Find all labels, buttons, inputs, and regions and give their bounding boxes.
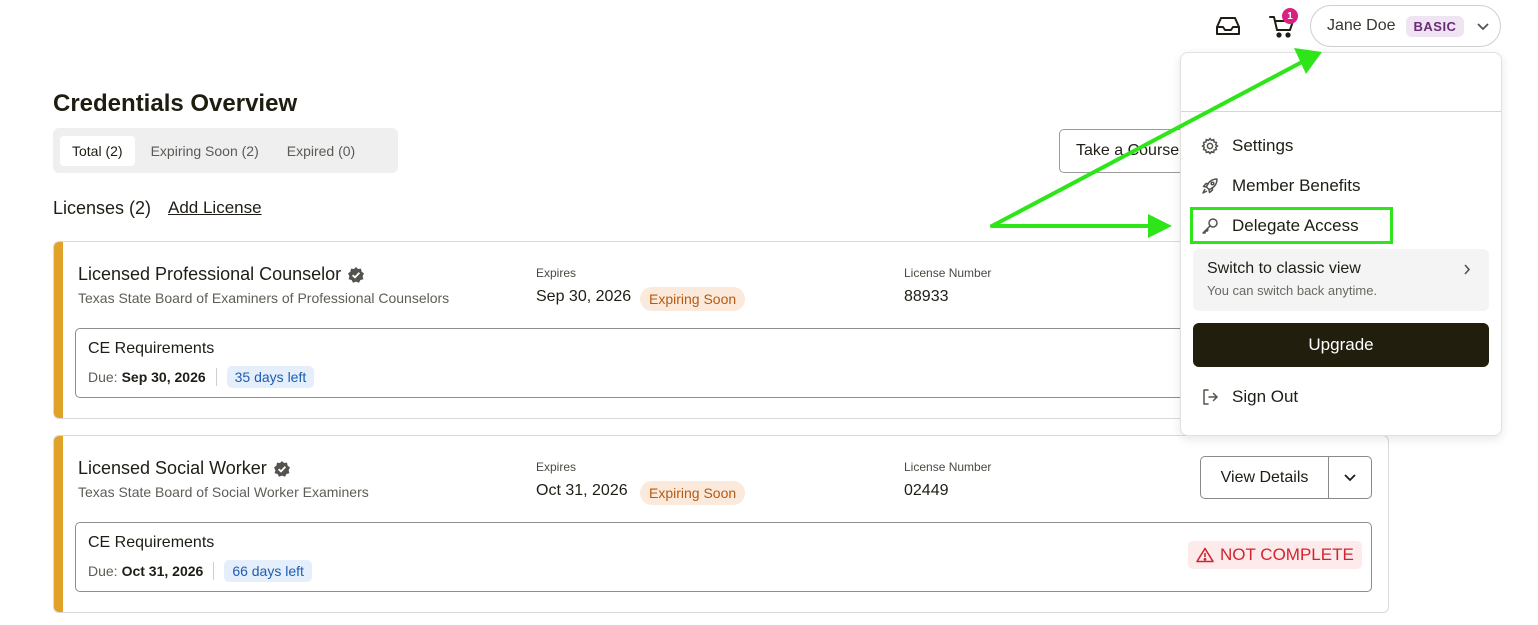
expiring-soon-badge: Expiring Soon	[640, 481, 746, 505]
classic-view-subtitle: You can switch back anytime.	[1207, 283, 1378, 298]
due-label: Due:	[88, 369, 118, 385]
view-details-button[interactable]: View Details	[1201, 457, 1329, 498]
divider	[215, 368, 217, 386]
verified-icon	[348, 266, 365, 283]
license-title: Licensed Professional Counselor	[78, 264, 342, 284]
days-left-badge: 35 days left	[226, 366, 315, 388]
user-dropdown-menu: Settings Member Benefits Delegate Access…	[1180, 52, 1502, 436]
user-menu-button[interactable]: Jane Doe BASIC	[1310, 5, 1501, 47]
license-board: Texas State Board of Examiners of Profes…	[78, 290, 450, 306]
license-card: Licensed Social Worker Texas State Board…	[53, 435, 1389, 613]
chevron-down-icon[interactable]	[1329, 457, 1371, 498]
credential-tabs: Total (2) Expiring Soon (2) Expired (0)	[53, 128, 398, 173]
classic-view-title: Switch to classic view	[1207, 260, 1361, 277]
sign-out-label: Sign Out	[1232, 387, 1299, 406]
divider	[213, 562, 215, 580]
verified-icon	[273, 460, 290, 477]
menu-item-member-benefits[interactable]: Member Benefits	[1201, 176, 1361, 196]
chevron-down-icon	[1476, 22, 1490, 31]
expires-label: Expires	[536, 460, 577, 474]
user-name: Jane Doe	[1327, 17, 1396, 34]
license-title-row: Licensed Professional Counselor	[78, 264, 365, 285]
cart-count-badge: 1	[1282, 8, 1298, 24]
chevron-right-icon	[1463, 263, 1471, 281]
ce-requirements-box[interactable]: CE Requirements Due: Oct 31, 2026 66 day…	[75, 522, 1372, 592]
settings-label: Settings	[1232, 136, 1294, 155]
due-date: Sep 30, 2026	[121, 369, 206, 385]
license-board: Texas State Board of Social Worker Exami…	[78, 484, 369, 500]
warning-icon	[1196, 547, 1214, 563]
tab-total[interactable]: Total (2)	[60, 135, 135, 166]
inbox-icon[interactable]	[1212, 12, 1244, 40]
expires-label: Expires	[536, 266, 577, 280]
rocket-icon	[1202, 178, 1218, 194]
license-number-label: License Number	[904, 266, 992, 280]
ce-title: CE Requirements	[88, 534, 215, 551]
view-details-split-button: View Details	[1200, 456, 1372, 499]
license-number-label: License Number	[904, 460, 992, 474]
page-title: Credentials Overview	[53, 90, 298, 117]
expires-date: Sep 30, 2026	[536, 288, 632, 305]
delegate-access-highlight	[1190, 207, 1393, 244]
due-date: Oct 31, 2026	[121, 563, 204, 579]
menu-divider	[1181, 111, 1501, 112]
not-complete-label: NOT COMPLETE	[1220, 545, 1354, 564]
ce-title: CE Requirements	[88, 340, 215, 357]
not-complete-badge: NOT COMPLETE	[1188, 541, 1362, 569]
expires-date: Oct 31, 2026	[536, 482, 628, 499]
member-benefits-label: Member Benefits	[1232, 176, 1361, 195]
ce-requirements-box[interactable]: CE Requirements Due: Sep 30, 2026 35 day…	[75, 328, 1372, 398]
add-license-link[interactable]: Add License	[168, 198, 262, 218]
upgrade-button[interactable]: Upgrade	[1193, 323, 1489, 367]
expiring-soon-badge: Expiring Soon	[640, 287, 746, 311]
menu-item-settings[interactable]: Settings	[1201, 136, 1293, 156]
days-left-badge: 66 days left	[224, 560, 312, 582]
menu-item-sign-out[interactable]: Sign Out	[1201, 387, 1298, 407]
sign-out-icon	[1203, 389, 1218, 405]
tab-expired[interactable]: Expired (0)	[275, 136, 367, 166]
ce-due: Due: Oct 31, 2026 66 days left	[88, 560, 312, 582]
tab-expiring-soon[interactable]: Expiring Soon (2)	[139, 136, 271, 166]
license-title: Licensed Social Worker	[78, 458, 267, 478]
license-number: 88933	[904, 288, 949, 305]
ce-due: Due: Sep 30, 2026 35 days left	[88, 366, 315, 388]
licenses-heading: Licenses (2)	[53, 198, 152, 218]
due-label: Due:	[88, 563, 118, 579]
plan-badge: BASIC	[1405, 15, 1465, 37]
license-number: 02449	[904, 482, 949, 499]
license-title-row: Licensed Social Worker	[78, 458, 291, 479]
switch-classic-view-item[interactable]: Switch to classic view You can switch ba…	[1193, 249, 1489, 311]
gear-icon	[1201, 137, 1219, 155]
